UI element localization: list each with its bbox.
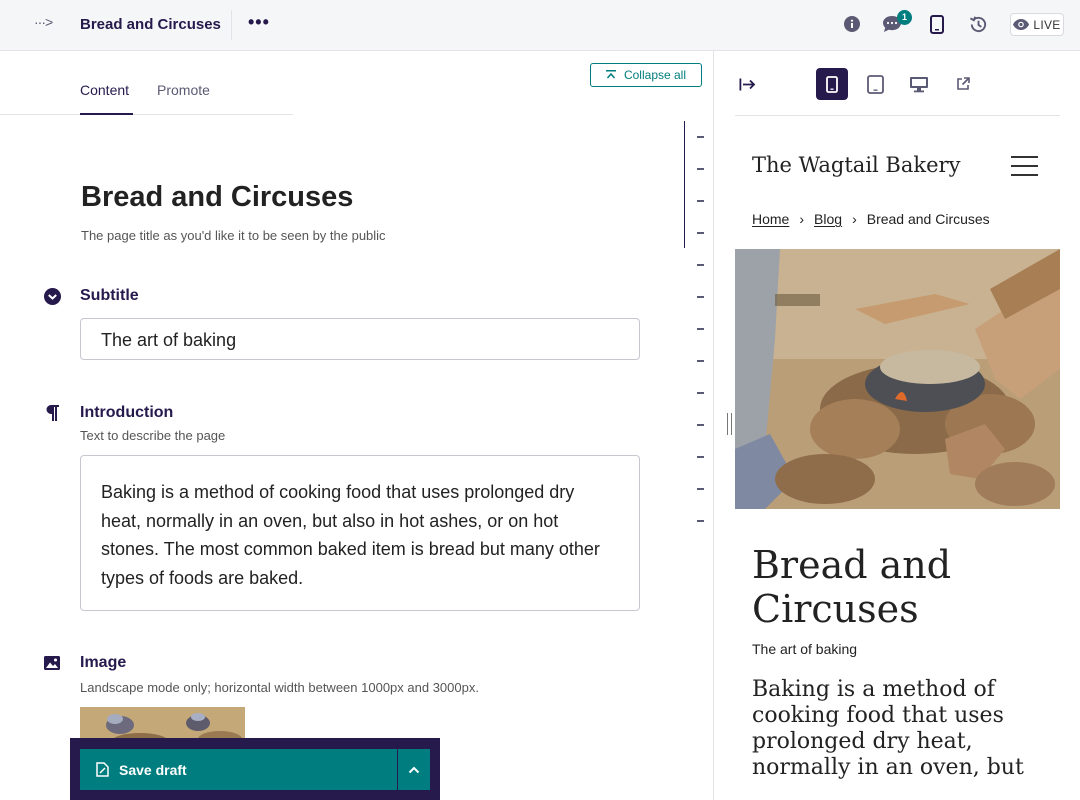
more-actions-toggle[interactable] [398, 749, 430, 790]
preview-post-title: Bread and Circuses [752, 543, 952, 631]
mobile-preview-toggle-icon[interactable] [926, 13, 948, 35]
minimap-item[interactable] [697, 264, 704, 266]
collapse-icon [605, 70, 616, 79]
chevron-right-icon: › [852, 211, 857, 227]
divider [231, 10, 232, 40]
image-icon [43, 654, 61, 672]
subtitle-input[interactable]: The art of baking [80, 318, 640, 360]
pilcrow-icon [43, 404, 61, 422]
preview-post-intro: Baking is a method of cooking food that … [752, 677, 1024, 780]
title-input[interactable]: Bread and Circuses [81, 181, 353, 214]
tab-content[interactable]: Content [80, 82, 129, 98]
page-title-header[interactable]: Bread and Circuses [80, 16, 221, 33]
preview-post-subtitle: The art of baking [752, 641, 858, 657]
minimap-item[interactable] [697, 296, 704, 298]
desktop-size-icon[interactable] [903, 68, 935, 100]
minimap-item[interactable] [697, 456, 704, 458]
minimap-item[interactable] [697, 488, 704, 490]
top-bar: ···> Bread and Circuses ••• 1 LIVE [0, 0, 1080, 51]
minimap-item[interactable] [697, 424, 704, 426]
minimap-item[interactable] [697, 136, 704, 138]
resize-handle[interactable] [727, 413, 732, 435]
minimap-item[interactable] [697, 360, 704, 362]
minimap-item[interactable] [697, 200, 704, 202]
info-icon[interactable] [841, 13, 863, 35]
image-help-text: Landscape mode only; horizontal width be… [80, 680, 479, 695]
minimap-item[interactable] [697, 168, 704, 170]
eye-icon [1013, 19, 1030, 30]
save-draft-button[interactable]: Save draft [80, 749, 397, 790]
comments-count-badge: 1 [897, 10, 912, 25]
tab-promote[interactable]: Promote [157, 82, 210, 98]
preview-frame: The Wagtail Bakery Home › Blog › Bread a… [735, 116, 1060, 800]
site-name[interactable]: The Wagtail Bakery [752, 153, 960, 177]
breadcrumb-home-link[interactable]: Home [752, 211, 789, 227]
document-icon [96, 762, 109, 777]
breadcrumb-blog-link[interactable]: Blog [814, 211, 842, 227]
close-preview-icon[interactable] [731, 68, 763, 100]
external-link-icon[interactable] [947, 68, 979, 100]
minimap-item[interactable] [697, 520, 704, 522]
chevron-circle-icon[interactable] [43, 287, 61, 305]
editor-panel: Content Promote Collapse all Bread and C… [0, 51, 714, 800]
active-tab-indicator [80, 113, 133, 115]
title-help-text: The page title as you'd like it to be se… [81, 228, 386, 243]
tablet-size-icon[interactable] [859, 68, 891, 100]
breadcrumb-current: Bread and Circuses [866, 211, 990, 227]
history-icon[interactable] [967, 13, 989, 35]
breadcrumb-toggle[interactable]: ···> [34, 14, 53, 30]
introduction-textarea[interactable]: Baking is a method of cooking food that … [80, 455, 640, 611]
live-label: LIVE [1033, 17, 1061, 32]
more-actions-button[interactable]: ••• [248, 12, 270, 33]
preview-toolbar [715, 51, 1080, 116]
action-footer: Save draft [70, 738, 440, 800]
live-status-button[interactable]: LIVE [1010, 13, 1064, 36]
subtitle-label: Subtitle [80, 287, 139, 304]
mobile-size-icon[interactable] [816, 68, 848, 100]
image-label: Image [80, 654, 127, 671]
minimap-item[interactable] [697, 232, 704, 234]
collapse-all-label: Collapse all [623, 68, 687, 82]
minimap-scroll-indicator [684, 121, 685, 248]
hero-image [735, 249, 1060, 509]
chevron-up-icon [408, 766, 420, 773]
collapse-all-button[interactable]: Collapse all [590, 63, 702, 87]
introduction-help-text: Text to describe the page [80, 428, 226, 443]
menu-icon[interactable] [1011, 156, 1038, 176]
chevron-right-icon: › [799, 211, 805, 227]
minimap-item[interactable] [697, 328, 704, 330]
preview-breadcrumb: Home › Blog › Bread and Circuses [752, 211, 990, 227]
tab-bar: Content Promote [0, 51, 293, 115]
save-draft-label: Save draft [119, 761, 187, 778]
introduction-label: Introduction [80, 404, 174, 421]
minimap-item[interactable] [697, 392, 704, 394]
